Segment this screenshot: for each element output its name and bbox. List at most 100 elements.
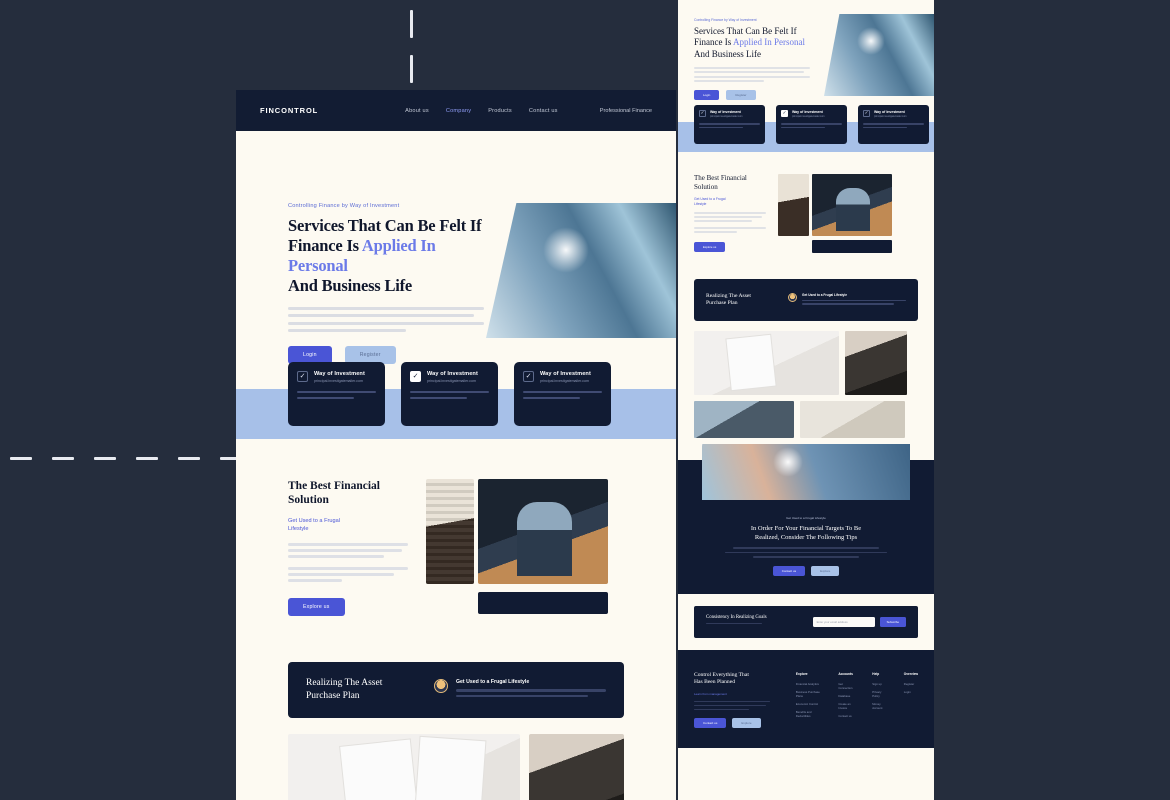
footer-column-help: Help Sign up Privacy Policy Money Accoun… [872, 672, 889, 728]
best-solution-subtitle: Get Used to a Frugal Lifestyle [288, 517, 340, 533]
footer-link[interactable]: Money Account [872, 702, 889, 710]
footer-subtitle: Learn from management [694, 692, 727, 697]
tax-form-photo [288, 733, 520, 800]
site-navbar: FINCONTROL About us Company Products Con… [236, 90, 676, 131]
footer-link[interactable]: Privacy Policy [872, 690, 889, 698]
feature-card-text [297, 391, 376, 400]
footer-link[interactable]: Sign up [872, 682, 889, 686]
preview-office-worker-photo [694, 400, 794, 438]
feature-card[interactable]: ✓ Way of Investment principal.investigat… [514, 362, 611, 426]
avatar [434, 679, 448, 694]
hero-title-line-1: Services That Can Be Felt If [288, 216, 482, 235]
preview-feature-card[interactable]: ✓ Way of Investment principal.investigat… [776, 105, 847, 144]
asset-plan-heading: Realizing The Asset Purchase Plan [306, 678, 383, 701]
hero-building-image [486, 203, 676, 338]
preview-photo-gallery-row-2 [694, 400, 934, 438]
nav-item-company[interactable]: Company [446, 108, 471, 114]
footer-column-title: Accounts [838, 671, 853, 676]
check-icon: ✓ [699, 110, 706, 117]
hero-section: Controlling Finance by Way of Investment… [236, 131, 676, 389]
preview-dark-caption-bar [812, 240, 892, 253]
newsletter-subscribe-button[interactable]: Subscribe [879, 616, 906, 627]
preview-feature-cards: ✓ Way of Investment principal.investigat… [694, 105, 929, 144]
feature-card-subtitle: principal.investigatemailer.com [314, 379, 363, 383]
footer-link[interactable]: Login [904, 690, 918, 694]
preview-asset-side-title: Get Used to a Frugal Lifestyle [802, 293, 847, 298]
cta-explore-button[interactable]: Explore [811, 565, 840, 576]
asset-plan-side-title: Get Used to a Frugal Lifestyle [456, 679, 530, 686]
preview-blue-band: ✓ Way of Investment principal.investigat… [678, 105, 934, 152]
nav-item-products[interactable]: Products [488, 108, 512, 114]
footer-explore-button[interactable]: Explore [732, 718, 761, 729]
footer-link[interactable]: Business Purchase Plans [796, 690, 823, 698]
footer-column-accounts: Accounts Get Connection Database Create … [838, 672, 857, 728]
best-solution-heading: The Best Financial Solution [288, 480, 381, 507]
preview-meeting-room-photo [845, 330, 907, 395]
asset-plan-banner: Realizing The Asset Purchase Plan Get Use… [288, 661, 624, 718]
footer-link[interactable]: Database [838, 694, 857, 698]
footer-link[interactable]: Contact us [838, 714, 857, 718]
hero-eyebrow: Controlling Finance by Way of Investment [288, 203, 400, 209]
footer-heading: Control Everything That Has Been Planned [694, 671, 749, 686]
newsletter-email-input[interactable]: Enter your email address [812, 616, 875, 627]
newsletter-heading: Consistency In Realizing Goals [706, 615, 767, 621]
avatar [788, 293, 797, 303]
feature-card[interactable]: ✓ Way of Investment principal.investigat… [288, 362, 385, 426]
footer-link[interactable]: Benefits and Deductibles [796, 710, 823, 718]
feature-card-title: Way of Investment [314, 371, 365, 377]
footer-column-overview: Overview Register Login [904, 672, 918, 728]
hero-title-line-3: And Business Life [288, 276, 413, 296]
asset-plan-side-text [456, 689, 606, 697]
preview-handshake-photo [800, 400, 905, 438]
preview-newsletter-wrapper: Consistency In Realizing Goals Enter you… [678, 593, 934, 650]
preview-photo-gallery-row-1 [694, 330, 934, 395]
preview-hero-building-image [824, 14, 934, 96]
preview-best-section: The Best Financial Solution Get Used to a… [678, 152, 934, 253]
footer-link[interactable]: Get Connection [838, 682, 857, 690]
preview-register-button[interactable]: Register [726, 90, 756, 101]
feature-card-title: Way of Investment [540, 371, 591, 377]
meeting-room-photo [529, 733, 624, 800]
nav-item-contact-us[interactable]: Contact us [529, 108, 558, 114]
footer-link[interactable]: Economic Control [796, 702, 823, 706]
nav-links: About us Company Products Contact us [405, 108, 557, 114]
preview-explore-us-button[interactable]: Explore us [694, 241, 726, 252]
best-solution-section: The Best Financial Solution Get Used to a… [236, 439, 676, 616]
cta-skyscraper-image [702, 443, 910, 500]
best-solution-paragraph-2 [288, 567, 408, 582]
businessman-photo [478, 479, 608, 584]
check-icon: ✓ [297, 371, 308, 382]
feature-card-text [523, 391, 602, 400]
preview-hero-title: Services That Can Be Felt If Finance Is … [694, 26, 805, 59]
brand-logo[interactable]: FINCONTROL [260, 106, 318, 115]
preview-card-subtitle: principal.investigatemailer.com [792, 115, 825, 118]
feature-card[interactable]: ✓ Way of Investment principal.investigat… [401, 362, 498, 426]
check-icon: ✓ [863, 110, 870, 117]
preview-card-title: Way of Investment [874, 110, 905, 114]
preview-feature-card[interactable]: ✓ Way of Investment principal.investigat… [858, 105, 929, 144]
preview-best-heading: The Best Financial Solution [694, 174, 747, 191]
preview-login-button[interactable]: Login [694, 90, 720, 101]
explore-us-button[interactable]: Explore us [288, 597, 345, 616]
footer-link[interactable]: Financial Analytics [796, 682, 823, 686]
preview-best-subtitle: Get Used to a Frugal Lifestyle [694, 196, 726, 206]
footer-link[interactable]: Create an Invoice [838, 702, 857, 710]
cta-contact-button[interactable]: Contact us [772, 565, 806, 576]
feature-card-subtitle: principal.investigatemailer.com [540, 379, 589, 383]
full-page-preview-panel: Controlling Finance by Way of Investment… [678, 0, 934, 800]
preview-card-subtitle: principal.investigatemailer.com [874, 115, 907, 118]
best-solution-paragraph-1 [288, 543, 408, 559]
footer-link[interactable]: Register [904, 682, 918, 686]
decorative-vertical-dash-bottom [410, 55, 413, 83]
footer-contact-button[interactable]: Contact us [694, 718, 727, 729]
preview-feature-card[interactable]: ✓ Way of Investment principal.investigat… [694, 105, 765, 144]
footer-column-title: Overview [903, 671, 918, 676]
photo-gallery [288, 733, 676, 800]
footer-column-title: Help [872, 671, 880, 676]
preview-best-images [778, 174, 896, 253]
cta-eyebrow: Get Used to a Frugal Lifestyle [786, 515, 826, 520]
hero-title-line-2a: Finance Is [288, 236, 362, 256]
nav-item-about-us[interactable]: About us [405, 108, 429, 114]
feature-card-title: Way of Investment [427, 371, 478, 377]
preview-asset-plan-heading: Realizing The Asset Purchase Plan [706, 292, 751, 306]
